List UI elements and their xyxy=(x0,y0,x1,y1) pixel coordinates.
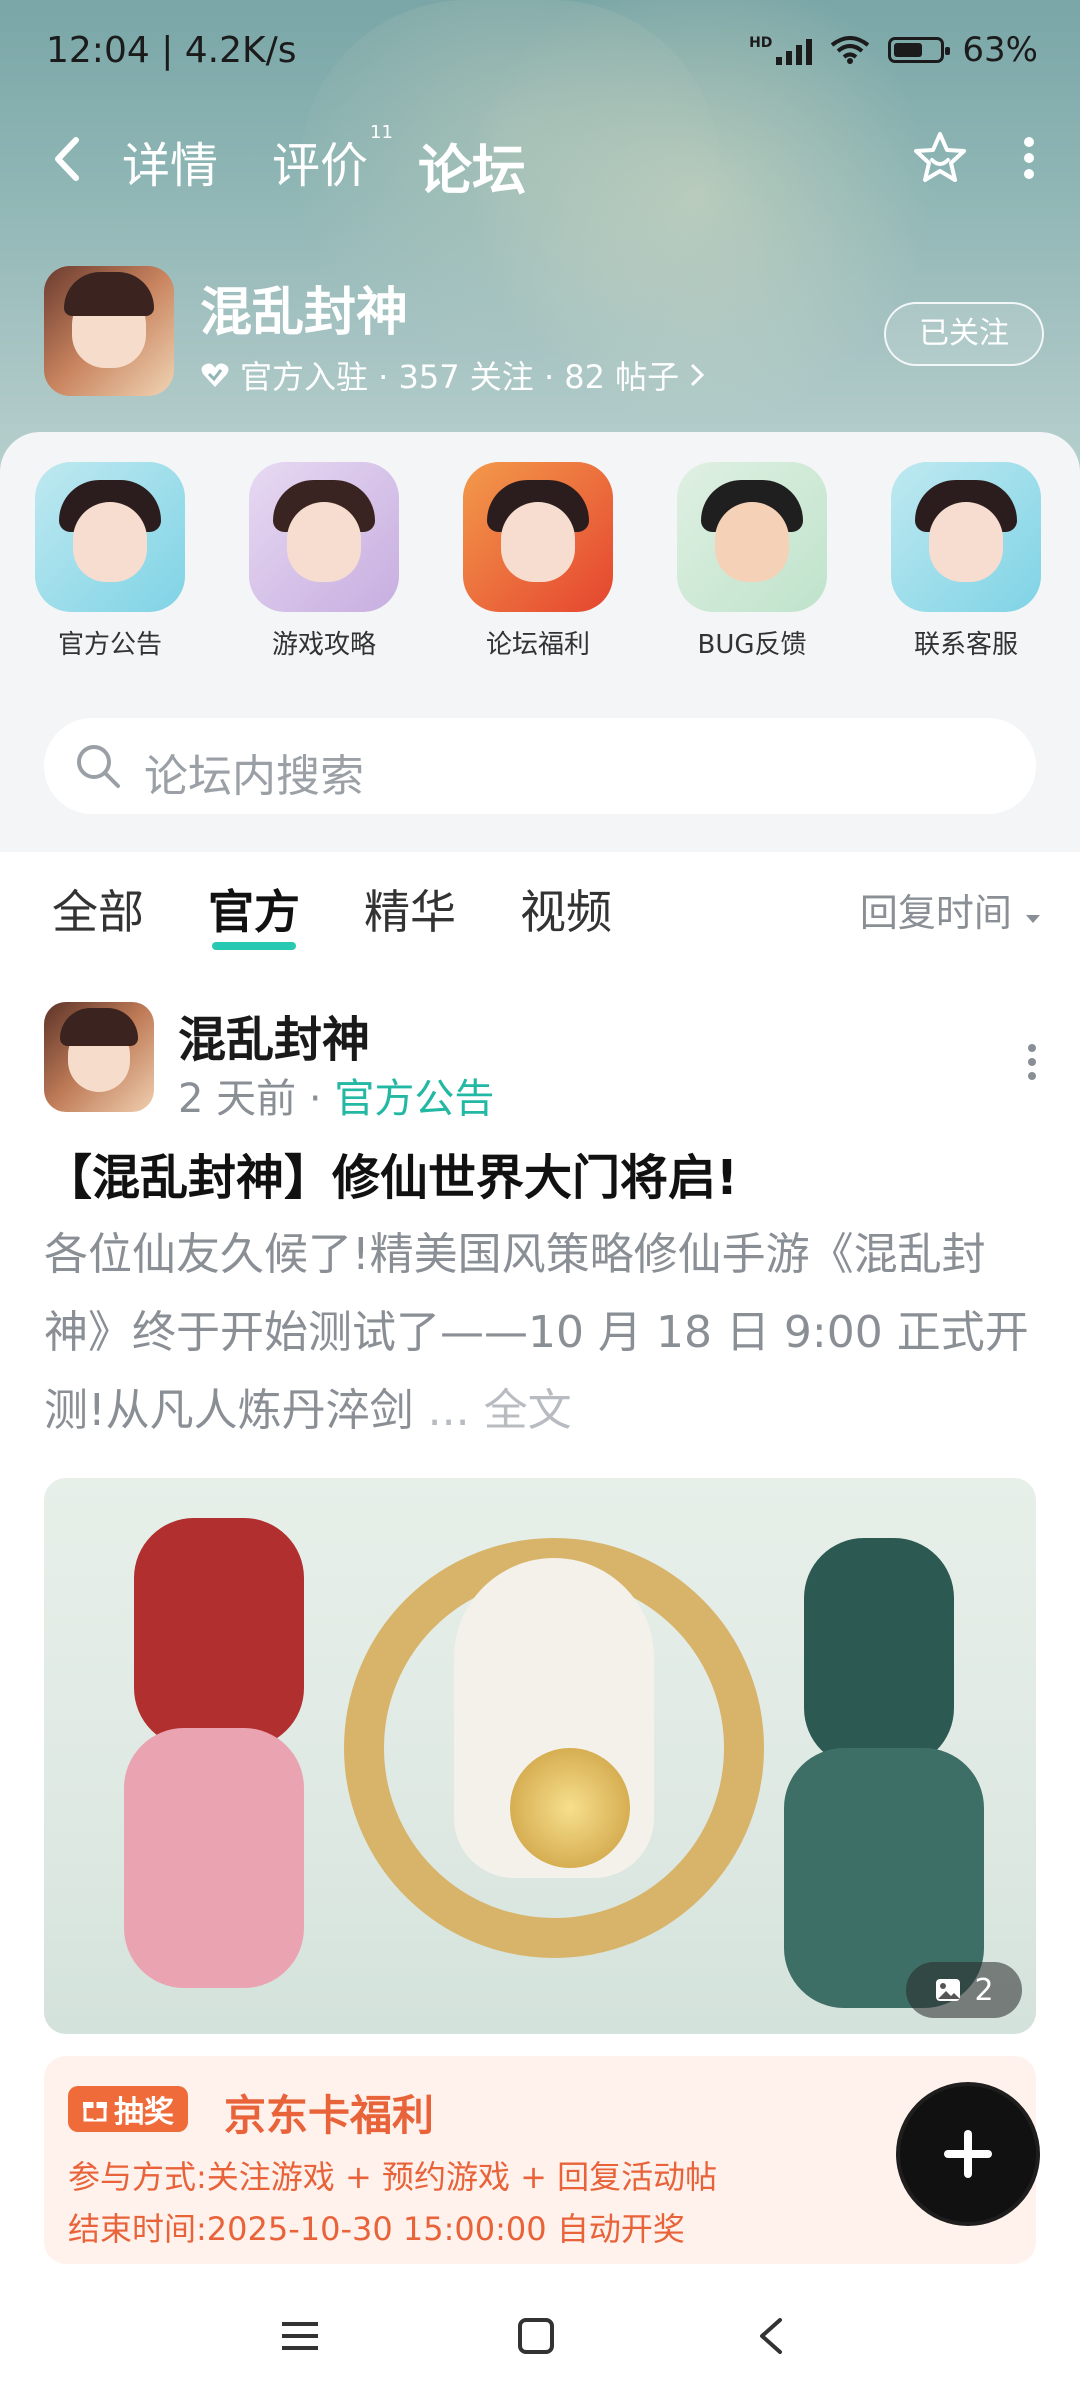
image-count-badge: 2 xyxy=(906,1962,1022,2018)
wifi-icon xyxy=(831,36,870,64)
post-excerpt[interactable]: 各位仙友久候了!精美国风策略修仙手游《混乱封神》终于开始测试了——10 月 18… xyxy=(44,1216,1034,1450)
home-icon[interactable] xyxy=(516,2316,556,2356)
shortcut-label: 联系客服 xyxy=(913,630,1018,660)
favorite-star-icon[interactable] xyxy=(910,128,970,188)
post-card[interactable]: 混乱封神 2 天前 · 官方公告 【混乱封神】修仙世界大门将启! 各位仙友久候了… xyxy=(0,962,1080,2272)
battery-icon xyxy=(888,37,951,63)
post-meta: 2 天前 · 官方公告 xyxy=(178,1066,494,1124)
battery-percent: 63% xyxy=(962,30,1038,70)
status-time: 12:04 | 4.2K/s xyxy=(46,30,297,71)
shortcut-label: 游戏攻略 xyxy=(271,630,376,660)
filter-tabs: 全部 官方 精华 视频 回复时间 xyxy=(0,852,1080,962)
lottery-card[interactable]: 抽奖 京东卡福利 参与方式:关注游戏 + 预约游戏 + 回复活动帖 结束时间:2… xyxy=(44,2056,1036,2264)
filter-all[interactable]: 全部 xyxy=(52,876,144,942)
forum-search-bar[interactable]: 论坛内搜索 xyxy=(44,718,1036,814)
game-header-banner: 12:04 | 4.2K/s HD 63% 详情 评价 11 论坛 混乱封神 官… xyxy=(0,0,1080,470)
tab-forum[interactable]: 论坛 xyxy=(418,126,526,209)
chevron-right-icon xyxy=(691,363,705,387)
caret-down-icon xyxy=(1026,915,1040,923)
sort-label: 回复时间 xyxy=(859,891,1012,935)
tab-reviews[interactable]: 评价 xyxy=(272,126,368,196)
game-stats[interactable]: 官方入驻 · 357 关注 · 82 帖子 xyxy=(200,352,705,398)
shortcut-benefits[interactable]: 论坛福利 xyxy=(458,462,618,661)
sort-dropdown[interactable]: 回复时间 xyxy=(860,882,1042,937)
create-post-button[interactable] xyxy=(900,2086,1036,2222)
system-nav-bar xyxy=(0,2272,1080,2400)
game-stats-text: 官方入驻 · 357 关注 · 82 帖子 xyxy=(240,358,680,396)
verified-heart-icon xyxy=(201,363,229,387)
post-time: 2 天前 xyxy=(178,1076,297,1122)
author-name[interactable]: 混乱封神 xyxy=(178,1000,370,1070)
guide-icon xyxy=(249,462,399,612)
signal-icon xyxy=(776,35,813,65)
status-icons: HD 63% xyxy=(749,30,1038,70)
more-options-icon[interactable] xyxy=(1014,130,1044,186)
lottery-title: 京东卡福利 xyxy=(224,2091,435,2140)
shortcut-row: 官方公告 游戏攻略 论坛福利 BUG反馈 联系客服 xyxy=(0,462,1080,662)
game-avatar[interactable] xyxy=(44,266,174,396)
shortcut-label: BUG反馈 xyxy=(697,630,807,660)
game-title: 混乱封神 xyxy=(200,283,409,343)
battery-level xyxy=(894,43,923,57)
network-label: HD xyxy=(749,35,773,51)
lottery-end-time: 结束时间:2025-10-30 15:00:00 自动开奖 xyxy=(68,2210,685,2248)
tab-details[interactable]: 详情 xyxy=(122,126,218,196)
benefits-icon xyxy=(463,462,613,612)
lottery-badge-label: 抽奖 xyxy=(114,2095,174,2130)
top-nav: 详情 评价 11 论坛 xyxy=(0,120,1080,209)
bug-report-icon xyxy=(677,462,827,612)
full-text-link[interactable]: 全文 xyxy=(484,1385,572,1436)
post-ellipsis: ... xyxy=(427,1385,470,1436)
lottery-participation: 参与方式:关注游戏 + 预约游戏 + 回复活动帖 xyxy=(68,2158,718,2196)
search-icon xyxy=(77,745,120,788)
character-left-bottom xyxy=(124,1728,304,1988)
filter-official[interactable]: 官方 xyxy=(208,876,300,950)
back-arrow-icon[interactable] xyxy=(48,134,88,184)
shortcut-bug-report[interactable]: BUG反馈 xyxy=(672,462,832,661)
character-right-top xyxy=(804,1538,954,1768)
forum-sheet: 官方公告 游戏攻略 论坛福利 BUG反馈 联系客服 论坛内搜索 xyxy=(0,432,1080,852)
post-more-icon[interactable] xyxy=(1024,1042,1040,1082)
announcement-icon xyxy=(35,462,185,612)
filter-featured[interactable]: 精华 xyxy=(364,876,456,942)
follow-button[interactable]: 已关注 xyxy=(884,302,1044,366)
review-count: 11 xyxy=(370,122,393,143)
post-image[interactable]: 2 xyxy=(44,1478,1036,2034)
back-icon[interactable] xyxy=(752,2316,792,2356)
customer-service-icon xyxy=(891,462,1041,612)
game-info: 混乱封神 官方入驻 · 357 关注 · 82 帖子 已关注 xyxy=(44,266,1044,406)
post-category[interactable]: 官方公告 xyxy=(334,1076,494,1122)
shortcut-customer-service[interactable]: 联系客服 xyxy=(886,462,1046,661)
shortcut-label: 官方公告 xyxy=(57,630,162,660)
shortcut-guides[interactable]: 游戏攻略 xyxy=(244,462,404,661)
status-bar: 12:04 | 4.2K/s HD 63% xyxy=(0,0,1080,110)
filter-video[interactable]: 视频 xyxy=(520,876,612,942)
image-count: 2 xyxy=(974,1972,994,2008)
shortcut-announcements[interactable]: 官方公告 xyxy=(30,462,190,661)
golden-orb xyxy=(510,1748,630,1868)
lottery-badge: 抽奖 xyxy=(68,2086,188,2132)
post-title[interactable]: 【混乱封神】修仙世界大门将启! xyxy=(44,1138,738,1208)
shortcut-label: 论坛福利 xyxy=(485,630,590,660)
author-avatar[interactable] xyxy=(44,1002,154,1112)
search-placeholder: 论坛内搜索 xyxy=(144,751,364,802)
image-icon xyxy=(936,1979,961,2001)
menu-icon[interactable] xyxy=(280,2316,320,2356)
character-left-top xyxy=(134,1518,304,1748)
gift-icon xyxy=(83,2102,107,2122)
meta-separator: · xyxy=(308,1076,335,1122)
